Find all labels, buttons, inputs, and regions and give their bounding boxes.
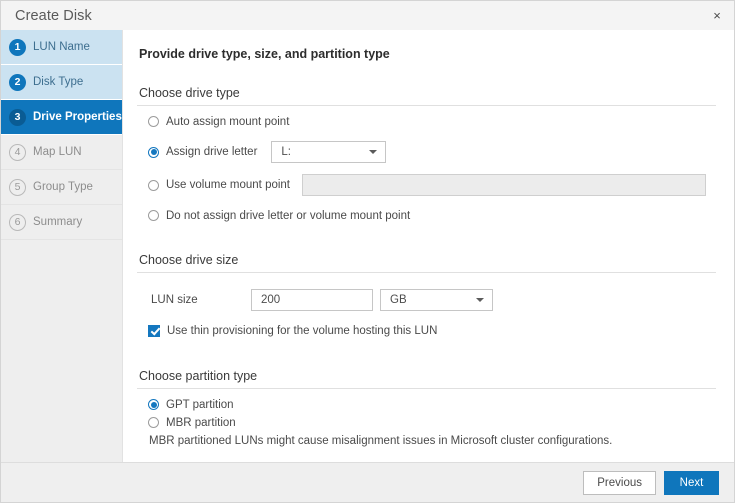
step-number-2: 2: [9, 73, 26, 91]
radio-auto-assign-mount-point[interactable]: [148, 116, 159, 127]
sidebar-filler: [1, 240, 122, 462]
sidebar-item-drive-properties[interactable]: 3 Drive Properties: [1, 100, 122, 135]
radio-label: GPT partition: [166, 398, 234, 411]
lun-size-row: LUN size 200 GB: [148, 289, 720, 311]
wizard-sidebar: 1 LUN Name 2 Disk Type 3 Drive Propertie…: [1, 30, 123, 462]
radio-row-volume-mount-point[interactable]: Use volume mount point: [148, 174, 720, 196]
partition-type-options: GPT partition MBR partition MBR partitio…: [137, 389, 720, 447]
chevron-down-icon: [476, 298, 484, 302]
page-title: Provide drive type, size, and partition …: [139, 47, 390, 61]
sidebar-item-label: Drive Properties: [33, 111, 122, 123]
section-heading-partition-type: Choose partition type: [137, 369, 716, 389]
step-number-1: 1: [9, 38, 26, 56]
drive-size-fields: LUN size 200 GB Use thin provisioning fo…: [137, 273, 720, 339]
radio-label: Do not assign drive letter or volume mou…: [166, 209, 411, 222]
radio-do-not-assign[interactable]: [148, 210, 159, 221]
create-disk-dialog: Create Disk × 1 LUN Name 2 Disk Type 3 D…: [0, 0, 735, 503]
step-number-6: 6: [9, 213, 26, 231]
radio-label: MBR partition: [166, 416, 236, 429]
window-title: Create Disk: [15, 7, 92, 24]
sidebar-item-label: LUN Name: [33, 41, 90, 53]
section-heading-drive-size: Choose drive size: [137, 253, 716, 273]
thin-provisioning-row[interactable]: Use thin provisioning for the volume hos…: [148, 322, 720, 339]
dialog-body: 1 LUN Name 2 Disk Type 3 Drive Propertie…: [1, 30, 734, 462]
radio-row-do-not-assign[interactable]: Do not assign drive letter or volume mou…: [148, 207, 720, 224]
lun-size-input[interactable]: 200: [251, 289, 373, 311]
sidebar-item-label: Summary: [33, 216, 83, 228]
partition-note: MBR partitioned LUNs might cause misalig…: [149, 435, 613, 447]
dialog-footer: Previous Next: [1, 462, 734, 502]
radio-use-volume-mount-point[interactable]: [148, 179, 159, 191]
thin-provisioning-label: Use thin provisioning for the volume hos…: [167, 324, 438, 337]
sidebar-item-label: Group Type: [33, 181, 93, 193]
previous-button[interactable]: Previous: [583, 470, 656, 495]
section-partition-type: Choose partition type GPT partition MBR …: [137, 369, 720, 447]
sidebar-item-group-type[interactable]: 5 Group Type: [1, 170, 122, 205]
thin-provisioning-checkbox[interactable]: [148, 324, 160, 337]
sidebar-item-summary[interactable]: 6 Summary: [1, 205, 122, 240]
radio-row-auto-assign[interactable]: Auto assign mount point: [148, 113, 720, 130]
title-bar: Create Disk ×: [1, 1, 734, 30]
radio-gpt-partition[interactable]: [148, 399, 159, 410]
section-heading-drive-type: Choose drive type: [137, 86, 716, 106]
radio-row-gpt[interactable]: GPT partition: [148, 396, 720, 413]
lun-size-label: LUN size: [151, 294, 198, 306]
section-drive-type: Choose drive type Auto assign mount poin…: [137, 86, 720, 224]
drive-letter-value: L:: [281, 146, 291, 158]
sidebar-item-map-lun[interactable]: 4 Map LUN: [1, 135, 122, 170]
volume-mount-point-input[interactable]: [302, 174, 706, 196]
radio-label: Assign drive letter: [166, 146, 258, 158]
sidebar-item-label: Map LUN: [33, 146, 82, 158]
main-panel: Provide drive type, size, and partition …: [123, 30, 734, 462]
lun-size-unit-select[interactable]: GB: [380, 289, 493, 311]
chevron-down-icon: [369, 150, 378, 154]
drive-type-options: Auto assign mount point Assign drive let…: [137, 106, 720, 224]
sidebar-item-disk-type[interactable]: 2 Disk Type: [1, 65, 122, 100]
radio-mbr-partition[interactable]: [148, 417, 159, 428]
step-number-3: 3: [9, 108, 26, 126]
drive-letter-select[interactable]: L:: [271, 141, 387, 163]
sidebar-item-label: Disk Type: [33, 76, 84, 88]
step-number-5: 5: [9, 178, 26, 196]
close-icon[interactable]: ×: [709, 8, 725, 24]
next-button[interactable]: Next: [664, 470, 719, 495]
radio-label: Auto assign mount point: [166, 115, 290, 128]
lun-size-unit-value: GB: [390, 294, 407, 306]
radio-assign-drive-letter[interactable]: [148, 146, 159, 158]
sidebar-item-lun-name[interactable]: 1 LUN Name: [1, 30, 122, 65]
section-drive-size: Choose drive size LUN size 200 GB Use th…: [137, 253, 720, 339]
radio-row-assign-drive-letter[interactable]: Assign drive letter L:: [148, 141, 720, 163]
step-number-4: 4: [9, 143, 26, 161]
radio-label: Use volume mount point: [166, 179, 291, 191]
radio-row-mbr[interactable]: MBR partition: [148, 414, 720, 431]
